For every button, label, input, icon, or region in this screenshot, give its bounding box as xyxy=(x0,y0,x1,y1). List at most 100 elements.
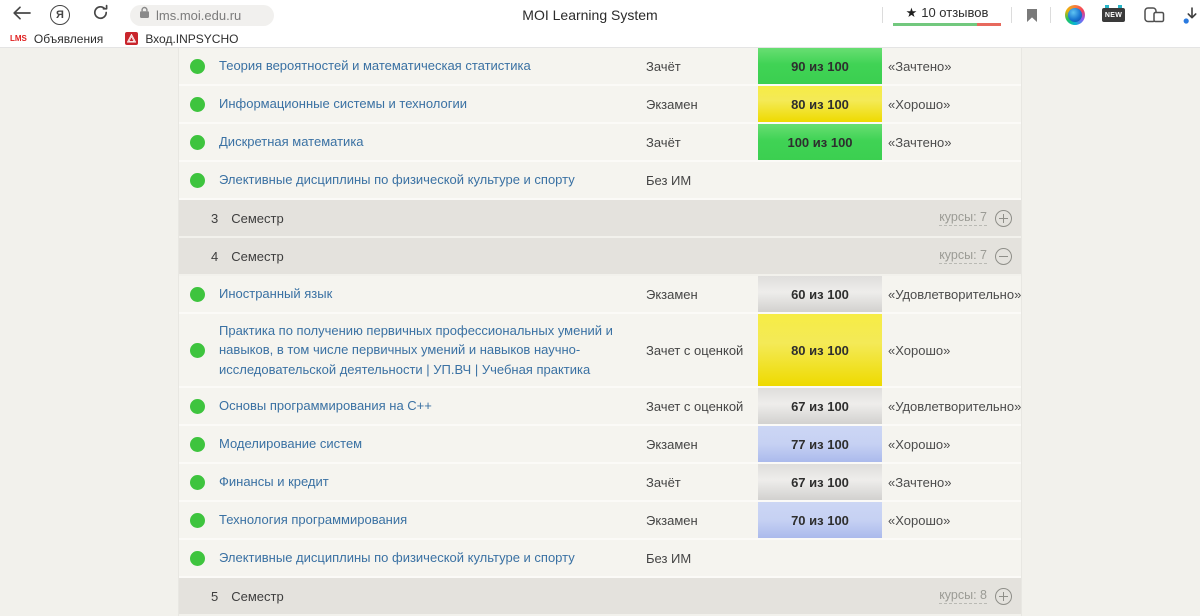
course-title-cell: Иностранный язык xyxy=(219,284,646,304)
status-cell xyxy=(179,399,219,414)
page-content: Теория вероятностей и математическая ста… xyxy=(0,48,1200,611)
semester-courses-link[interactable]: курсы: 8 xyxy=(939,588,987,604)
course-grade: «Зачтено» xyxy=(882,135,1021,150)
course-title-link[interactable]: Информационные системы и технологии xyxy=(219,96,467,111)
rating-red-segment xyxy=(977,23,1001,26)
status-dot-icon xyxy=(190,97,205,112)
divider xyxy=(882,7,883,23)
status-cell xyxy=(179,513,219,528)
score-badge: 77 из 100 xyxy=(758,426,882,462)
course-control-type: Экзамен xyxy=(646,97,758,112)
course-control-type: Зачёт xyxy=(646,59,758,74)
status-dot-icon xyxy=(190,135,205,150)
semester-row[interactable]: 4Семестркурсы: 7 xyxy=(179,238,1021,276)
course-grade: «Зачтено» xyxy=(882,59,1021,74)
course-title-cell: Технология программирования xyxy=(219,510,646,530)
score-badge: 90 из 100 xyxy=(758,48,882,84)
status-cell xyxy=(179,135,219,150)
course-control-type: Зачёт xyxy=(646,135,758,150)
semester-row[interactable]: 3Семестркурсы: 7 xyxy=(179,200,1021,238)
course-row: Технология программирования Экзамен70 из … xyxy=(179,502,1021,540)
semester-row[interactable]: 5Семестркурсы: 8 xyxy=(179,578,1021,616)
download-button[interactable] xyxy=(1183,7,1200,24)
course-title-link[interactable]: Дискретная математика xyxy=(219,134,364,149)
course-row: Теория вероятностей и математическая ста… xyxy=(179,48,1021,86)
status-dot-icon xyxy=(190,287,205,302)
score-badge: 60 из 100 xyxy=(758,276,882,312)
bookmarks-bar: LMS Объявления Вход.INPSYCHO xyxy=(0,30,1200,48)
divider xyxy=(1050,7,1051,23)
semester-number: 5 xyxy=(211,589,218,604)
extensions-icon xyxy=(1144,7,1165,24)
course-row: Иностранный языкЭкзамен60 из 100«Удовлет… xyxy=(179,276,1021,314)
course-grade: «Хорошо» xyxy=(882,343,1021,358)
status-cell xyxy=(179,551,219,566)
download-icon xyxy=(1183,7,1200,24)
score-badge: 100 из 100 xyxy=(758,124,882,160)
course-grade: «Хорошо» xyxy=(882,513,1021,528)
yandex-button[interactable]: Я xyxy=(50,5,70,25)
back-button[interactable] xyxy=(10,6,32,25)
semester-number: 4 xyxy=(211,249,218,264)
course-row: Информационные системы и технологии Экзам… xyxy=(179,86,1021,124)
course-title-cell: Элективные дисциплины по физической куль… xyxy=(219,548,646,568)
course-row: Моделирование системЭкзамен77 из 100«Хор… xyxy=(179,426,1021,464)
score-badge: 70 из 100 xyxy=(758,502,882,538)
grades-table: Теория вероятностей и математическая ста… xyxy=(178,48,1022,616)
extensions-button[interactable] xyxy=(1144,7,1165,24)
course-control-type: Экзамен xyxy=(646,513,758,528)
score-badge-empty xyxy=(758,540,882,576)
rating-bar xyxy=(893,23,1001,26)
status-cell xyxy=(179,173,219,188)
semester-courses-link[interactable]: курсы: 7 xyxy=(939,248,987,264)
course-control-type: Без ИМ xyxy=(646,173,758,188)
course-title-link[interactable]: Основы программирования на C++ xyxy=(219,398,432,413)
course-row: Финансы и кредитЗачёт67 из 100«Зачтено» xyxy=(179,464,1021,502)
bookmark-item-announcements[interactable]: LMS Объявления xyxy=(10,32,103,46)
semester-plus-circle-icon[interactable] xyxy=(995,588,1012,605)
camera-new-button[interactable]: NEW xyxy=(1102,8,1125,22)
toolbar-right-cluster: ★ 10 отзывов NEW xyxy=(882,0,1200,30)
bookmark-flag-button[interactable] xyxy=(1026,8,1038,23)
semester-minus-circle-icon[interactable] xyxy=(995,248,1012,265)
semester-number: 3 xyxy=(211,211,218,226)
course-title-cell: Информационные системы и технологии xyxy=(219,94,646,114)
reviews-rating-button[interactable]: ★ 10 отзывов xyxy=(893,5,1001,26)
status-cell xyxy=(179,343,219,358)
back-arrow-icon xyxy=(12,6,31,25)
course-title-link[interactable]: Технология программирования xyxy=(219,512,407,527)
status-cell xyxy=(179,59,219,74)
course-title-link[interactable]: Практика по получению первичных професси… xyxy=(219,323,613,377)
course-title-link[interactable]: Элективные дисциплины по физической куль… xyxy=(219,550,575,565)
status-cell xyxy=(179,437,219,452)
course-title-cell: Элективные дисциплины по физической куль… xyxy=(219,170,646,190)
course-row: Дискретная математика Зачёт100 из 100«Зач… xyxy=(179,124,1021,162)
status-dot-icon xyxy=(190,173,205,188)
inpsycho-favicon-icon xyxy=(125,32,138,45)
semester-plus-circle-icon[interactable] xyxy=(995,210,1012,227)
address-bar[interactable]: lms.moi.edu.ru xyxy=(130,5,274,26)
course-control-type: Экзамен xyxy=(646,437,758,452)
course-title-link[interactable]: Иностранный язык xyxy=(219,286,332,301)
semester-courses-link[interactable]: курсы: 7 xyxy=(939,210,987,226)
refresh-button[interactable] xyxy=(90,4,110,26)
course-row: Элективные дисциплины по физической куль… xyxy=(179,162,1021,200)
course-title-link[interactable]: Теория вероятностей и математическая ста… xyxy=(219,58,531,73)
status-cell xyxy=(179,475,219,490)
yandex-icon: Я xyxy=(56,7,64,24)
bookmark-item-inpsycho[interactable]: Вход.INPSYCHO xyxy=(125,32,238,46)
bookmark-flag-icon xyxy=(1026,8,1038,23)
status-dot-icon xyxy=(190,475,205,490)
course-title-link[interactable]: Элективные дисциплины по физической куль… xyxy=(219,172,575,187)
course-control-type: Без ИМ xyxy=(646,551,758,566)
course-grade: «Удовлетворительно» xyxy=(882,399,1021,414)
course-title-link[interactable]: Моделирование систем xyxy=(219,436,362,451)
page-title: MOI Learning System xyxy=(300,0,880,30)
browser-logo-icon[interactable] xyxy=(1065,5,1085,25)
status-dot-icon xyxy=(190,59,205,74)
course-title-link[interactable]: Финансы и кредит xyxy=(219,474,329,489)
course-title-cell: Моделирование систем xyxy=(219,434,646,454)
status-dot-icon xyxy=(190,437,205,452)
course-grade: «Хорошо» xyxy=(882,97,1021,112)
status-cell xyxy=(179,287,219,302)
